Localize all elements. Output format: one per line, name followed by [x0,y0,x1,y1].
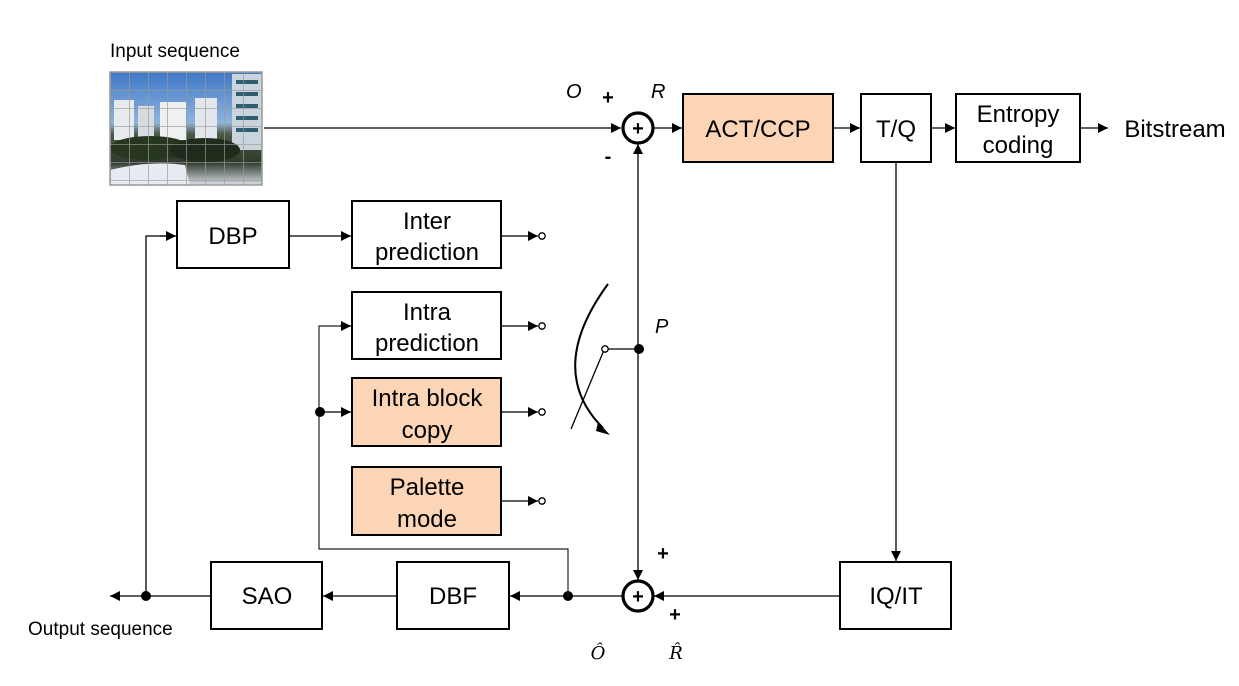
act-ccp-block: ACT/CCP [682,93,834,163]
palette-label-line2: mode [397,506,457,533]
sao-block: SAO [210,561,323,630]
mode-selector-switch [570,283,639,435]
intra-label-line2: prediction [375,330,479,357]
sao-label: SAO [242,583,293,610]
plus-sign-bottom-top: + [657,543,669,565]
signal-label-r: R [651,81,665,103]
iqit-block: IQ/IT [839,561,952,630]
inter-label-line1: Inter [403,208,451,235]
output-to-dbp-line [145,235,165,596]
entropy-label-line1: Entropy [977,101,1060,128]
signal-label-p: P [655,316,669,338]
intra-prediction-block: Intra prediction [351,291,502,360]
tq-block: T/Q [860,93,932,163]
plus-sign-top: + [602,87,614,109]
encoder-block-diagram: Input sequence + O + R - ACT/CCP T/Q Ent… [28,41,1226,664]
residual-adder: + [621,111,655,145]
output-sequence-label: Output sequence [28,619,173,640]
input-sequence-label: Input sequence [110,41,240,62]
intra-switch-terminal [538,322,546,330]
plus-sign-bottom-right: + [669,604,681,626]
bitstream-label: Bitstream [1124,116,1225,143]
adder-symbol-bottom: + [632,586,644,608]
dbp-block: DBP [176,200,290,269]
signal-label-o: O [566,81,582,103]
entropy-coding-block: Entropy coding [955,93,1081,163]
intra-label-line1: Intra [403,299,452,326]
inter-switch-terminal [538,232,546,240]
dbf-block: DBF [396,561,510,630]
intra-block-copy-block: Intra block copy [351,377,502,447]
minus-sign: - [605,146,612,168]
dbf-label: DBF [429,583,477,610]
tq-label: T/Q [876,116,916,143]
palette-label-line1: Palette [390,474,465,501]
palette-mode-block: Palette mode [351,466,502,536]
entropy-label-line2: coding [983,132,1054,159]
ibc-switch-terminal [538,408,546,416]
input-sequence-thumbnail [109,71,263,186]
reconstruction-adder: + [621,579,655,613]
inter-prediction-block: Inter prediction [351,200,502,269]
adder-symbol: + [632,118,644,140]
inter-label-line2: prediction [375,239,479,266]
ibc-label-line2: copy [402,417,453,444]
dbp-label: DBP [208,223,257,250]
recon-feedback-line [318,325,569,596]
signal-label-o-hat: Ô [591,641,606,664]
act-ccp-label: ACT/CCP [705,116,810,143]
signal-label-r-hat: R̂ [668,642,683,664]
iqit-label: IQ/IT [869,583,923,610]
ibc-label-line1: Intra block [372,385,484,412]
palette-switch-terminal [538,497,546,505]
